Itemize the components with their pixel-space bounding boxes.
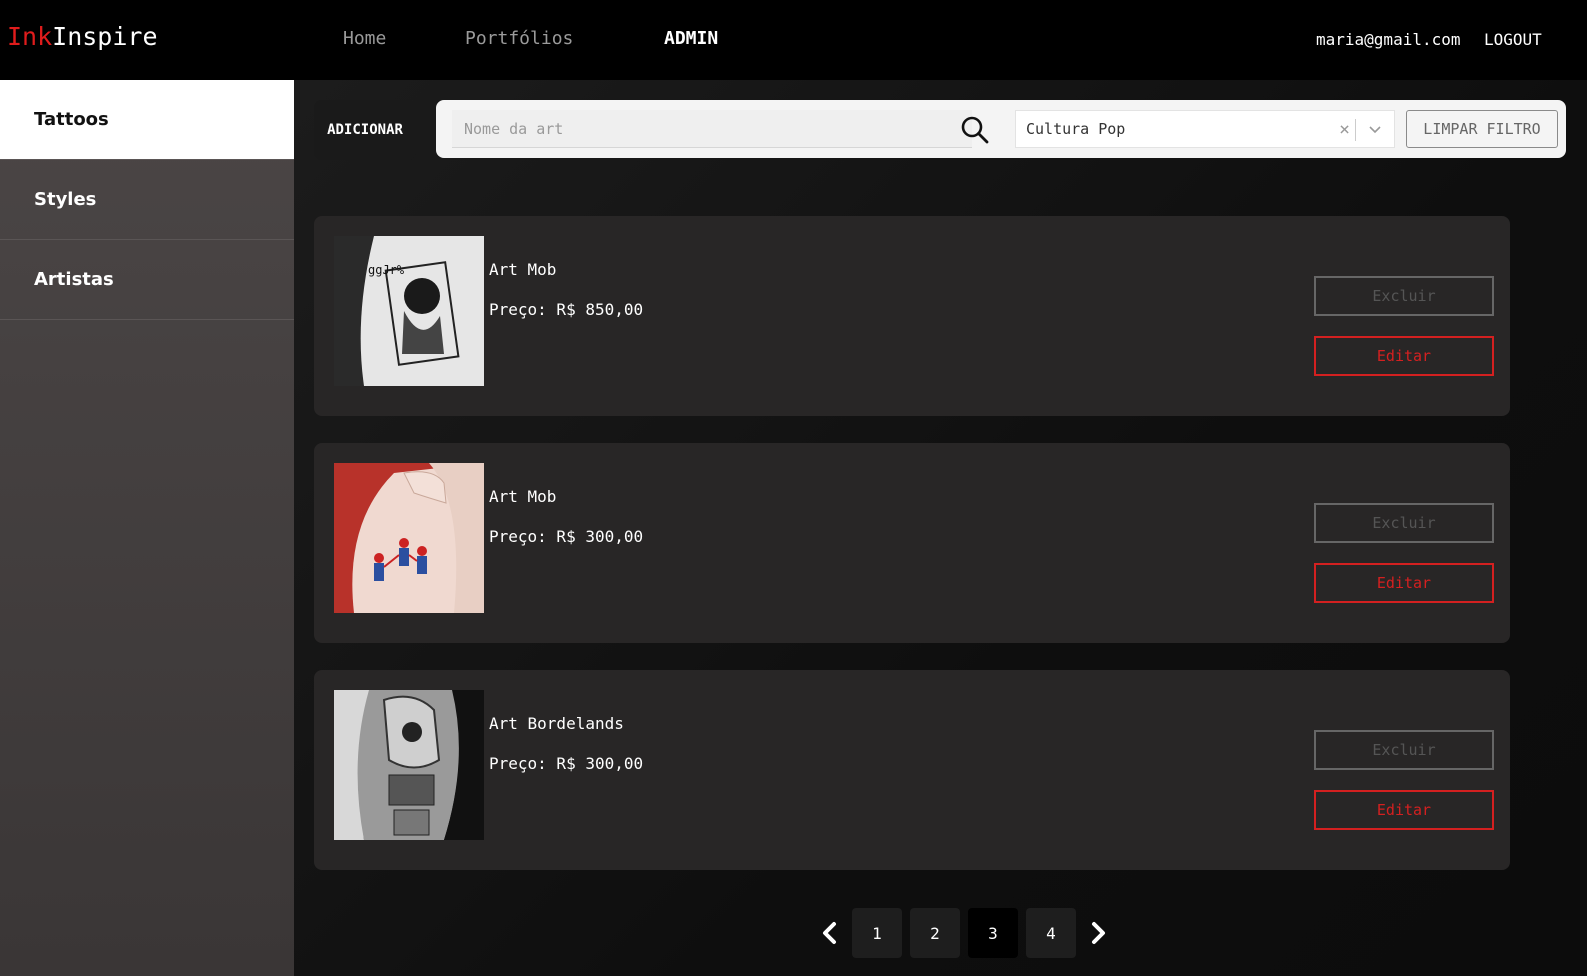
tattoo-card: Art Bordelands Preço: R$ 300,00 Excluir … — [314, 670, 1510, 870]
brand-logo-ink: Ink — [7, 22, 53, 51]
nav-portfolios[interactable]: Portfólios — [465, 28, 573, 49]
pagination: 1 2 3 4 — [814, 908, 1114, 958]
page-button-1[interactable]: 1 — [852, 908, 902, 958]
filter-bar: Cultura Pop × LIMPAR FILTRO — [436, 100, 1566, 158]
edit-button[interactable]: Editar — [1314, 336, 1494, 376]
tattoo-image — [334, 463, 484, 613]
nav-admin[interactable]: ADMIN — [664, 28, 718, 49]
search-input[interactable] — [452, 110, 972, 148]
select-divider — [1355, 119, 1356, 141]
page-button-4[interactable]: 4 — [1026, 908, 1076, 958]
main-content: ADICIONAR Cultura Pop × LIMPAR FILTRO — [294, 80, 1587, 976]
chevron-left-icon[interactable] — [814, 908, 844, 958]
delete-button[interactable]: Excluir — [1314, 503, 1494, 543]
tattoo-price: Preço: R$ 300,00 — [489, 527, 644, 546]
top-navbar: InkInspire Home Portfólios ADMIN maria@g… — [0, 0, 1587, 80]
page-button-2[interactable]: 2 — [910, 908, 960, 958]
sidebar-item-tattoos[interactable]: Tattoos — [0, 80, 294, 160]
clear-filter-button[interactable]: LIMPAR FILTRO — [1406, 110, 1558, 148]
edit-button[interactable]: Editar — [1314, 563, 1494, 603]
brand-logo-inspire: Inspire — [52, 22, 158, 51]
tattoo-image — [334, 690, 484, 840]
page-button-3[interactable]: 3 — [968, 908, 1018, 958]
clear-selection-icon[interactable]: × — [1339, 119, 1350, 140]
chevron-down-icon[interactable] — [1368, 123, 1382, 137]
tattoo-price: Preço: R$ 850,00 — [489, 300, 644, 319]
category-select[interactable]: Cultura Pop × — [1015, 110, 1395, 148]
sidebar-item-styles[interactable]: Styles — [0, 160, 294, 240]
tattoo-title: Art Bordelands — [489, 714, 624, 733]
chevron-right-icon[interactable] — [1084, 908, 1114, 958]
tattoo-price: Preço: R$ 300,00 — [489, 754, 644, 773]
delete-button[interactable]: Excluir — [1314, 730, 1494, 770]
edit-button[interactable]: Editar — [1314, 790, 1494, 830]
category-select-value: Cultura Pop — [1026, 120, 1126, 138]
tattoo-title: Art Mob — [489, 260, 557, 279]
nav-home[interactable]: Home — [343, 28, 386, 49]
search-icon[interactable] — [960, 115, 990, 145]
tattoo-card: Art Mob Preço: R$ 300,00 Excluir Editar — [314, 443, 1510, 643]
delete-button[interactable]: Excluir — [1314, 276, 1494, 316]
user-email: maria@gmail.com — [1316, 30, 1461, 49]
svg-text:ggJr%: ggJr% — [368, 263, 405, 277]
logout-link[interactable]: LOGOUT — [1484, 30, 1542, 49]
tattoo-card: ggJr% Art Mob Preço: R$ 850,00 Excluir E… — [314, 216, 1510, 416]
brand-logo[interactable]: InkInspire — [7, 22, 158, 51]
tattoo-image: ggJr% — [334, 236, 484, 386]
add-button[interactable]: ADICIONAR — [314, 100, 416, 160]
sidebar-item-artistas[interactable]: Artistas — [0, 240, 294, 320]
tattoo-title: Art Mob — [489, 487, 557, 506]
sidebar: Tattoos Styles Artistas — [0, 80, 294, 976]
